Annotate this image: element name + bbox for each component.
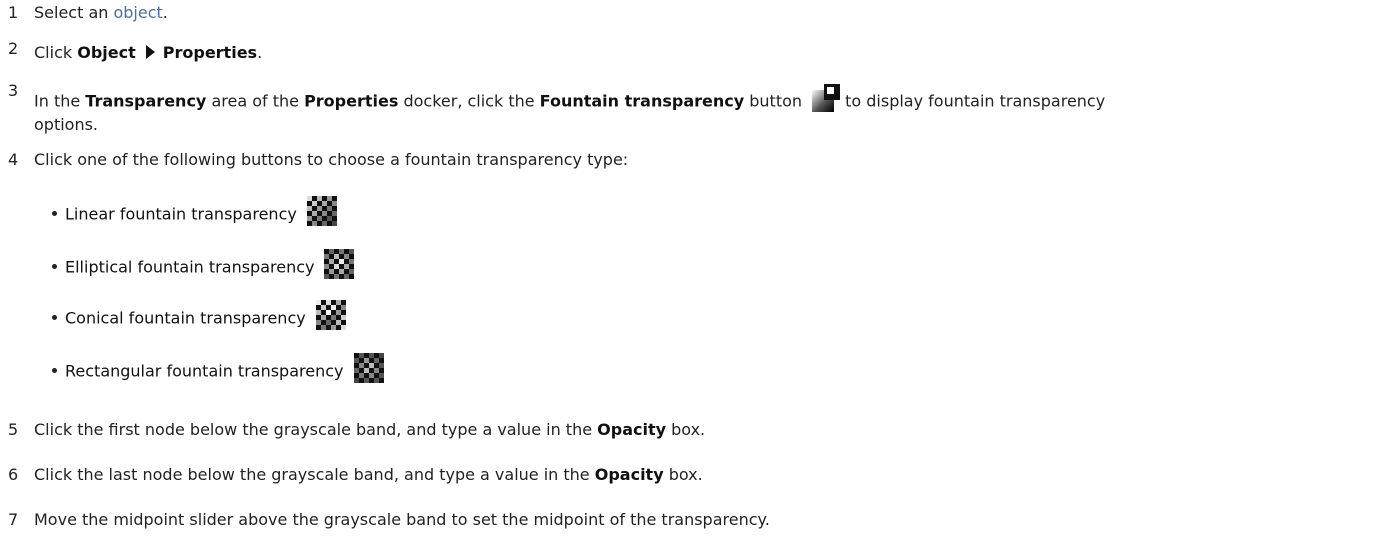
step-number: 3 — [8, 81, 19, 100]
menu-object: Object — [77, 43, 136, 62]
conical-transparency-item: Conical fountain transparency — [52, 300, 346, 338]
object-link[interactable]: object — [113, 3, 162, 22]
conical-transparency-icon[interactable] — [315, 300, 346, 338]
submenu-arrow-icon — [145, 45, 155, 59]
step-text: In the Transparency area of the Properti… — [34, 84, 1105, 120]
step-text: Click the first node below the grayscale… — [34, 420, 706, 439]
step-number: 1 — [8, 3, 19, 22]
elliptical-transparency-item: Elliptical fountain transparency — [52, 249, 355, 287]
step-number: 5 — [8, 420, 19, 439]
rectangular-transparency-icon[interactable] — [353, 353, 384, 391]
step-text: Select an object. — [34, 3, 168, 22]
menu-properties: Properties — [162, 43, 258, 62]
elliptical-transparency-icon[interactable] — [324, 249, 355, 287]
step-number: 2 — [8, 39, 19, 58]
linear-transparency-item: Linear fountain transparency — [52, 196, 337, 234]
fountain-transparency-icon[interactable] — [812, 84, 841, 120]
step-text: Move the midpoint slider above the grays… — [34, 510, 770, 529]
step-number: 4 — [8, 150, 19, 169]
linear-transparency-icon[interactable] — [306, 196, 337, 234]
rectangular-transparency-item: Rectangular fountain transparency — [52, 353, 384, 391]
step-number: 6 — [8, 465, 19, 484]
step-text: Click one of the following buttons to ch… — [34, 150, 629, 169]
step-number: 7 — [8, 510, 19, 529]
step-text: Click the last node below the grayscale … — [34, 465, 703, 484]
step-text: Click Object Properties. — [34, 43, 263, 62]
